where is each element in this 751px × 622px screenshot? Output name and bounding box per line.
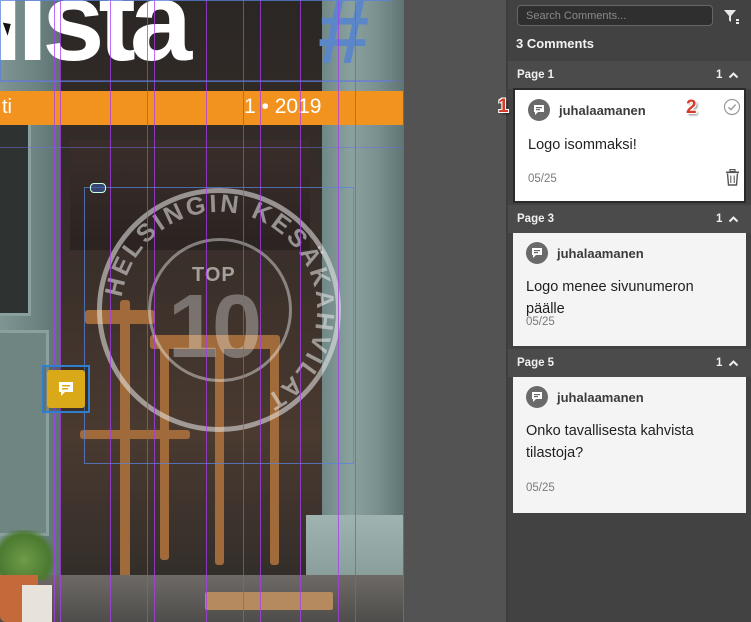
comment-text: Logo isommaksi! — [528, 137, 637, 153]
comment-card[interactable]: juhalaamanen Onko tavallisesta kahvista … — [513, 377, 746, 513]
callout-number-1: 1 — [498, 96, 509, 117]
comment-pin-icon[interactable] — [47, 370, 85, 408]
logo-ten-text: 10 — [168, 277, 262, 377]
issue-number: 1 • 2019 — [244, 95, 322, 118]
comment-author: juhalaamanen — [559, 103, 646, 118]
section-title: Page 1 — [517, 69, 555, 81]
search-comments-input[interactable] — [517, 5, 713, 26]
comment-date: 05/25 — [526, 316, 555, 328]
comment-card[interactable]: juhalaamanen Logo isommaksi! 05/25 — [513, 88, 746, 203]
section-count: 1 — [716, 357, 723, 369]
section-title: Page 3 — [517, 213, 555, 225]
section-count: 1 — [716, 213, 723, 225]
document-canvas[interactable]: lista # ti 1 • 2019 HELSINGIN KESÄKAHVIL… — [0, 0, 404, 622]
floor — [0, 575, 404, 622]
comment-bubble-icon — [526, 386, 548, 408]
comment-text: Onko tavallisesta kahvista tilastoja? — [526, 423, 694, 461]
section-title: Page 5 — [517, 357, 555, 369]
section-header[interactable]: Page 3 1 — [508, 205, 751, 233]
trash-icon[interactable] — [725, 169, 740, 186]
comment-date: 05/25 — [526, 482, 555, 494]
comment-date: 05/25 — [528, 173, 557, 185]
plant — [0, 530, 60, 580]
comment-author: juhalaamanen — [557, 246, 644, 261]
section-header[interactable]: Page 5 1 — [508, 349, 751, 377]
section-header[interactable]: Page 1 1 — [508, 61, 751, 89]
issue-band: ti 1 • 2019 — [0, 91, 404, 125]
door-panel — [0, 330, 49, 536]
comment-author: juhalaamanen — [557, 390, 644, 405]
bench — [205, 592, 333, 610]
comment-bubble-icon — [528, 99, 550, 121]
link-icon[interactable] — [90, 183, 106, 193]
callout-number-2: 2 — [686, 97, 697, 118]
window-frame — [0, 120, 31, 316]
flower-pot — [22, 585, 52, 622]
checkmark-circle-icon[interactable] — [723, 98, 741, 116]
comment-bubble-icon — [526, 242, 548, 264]
comment-card[interactable]: juhalaamanen Logo menee sivunumeron pääl… — [513, 233, 746, 346]
comments-panel: 3 Comments Page 1 1 juhalaamanen Logo is… — [508, 0, 751, 622]
pasteboard — [404, 0, 506, 622]
comment-count: 3 Comments — [516, 36, 595, 51]
chevron-up-icon[interactable] — [728, 358, 739, 369]
masthead-title: lista — [0, 0, 192, 84]
section-count: 1 — [716, 69, 723, 81]
chevron-up-icon[interactable] — [728, 214, 739, 225]
comment-text: Logo menee sivunumeron päälle — [526, 279, 694, 317]
filter-icon[interactable] — [722, 7, 740, 25]
band-left-text: ti — [2, 96, 12, 118]
masthead-hash: # — [318, 0, 370, 83]
chevron-up-icon[interactable] — [728, 70, 739, 81]
